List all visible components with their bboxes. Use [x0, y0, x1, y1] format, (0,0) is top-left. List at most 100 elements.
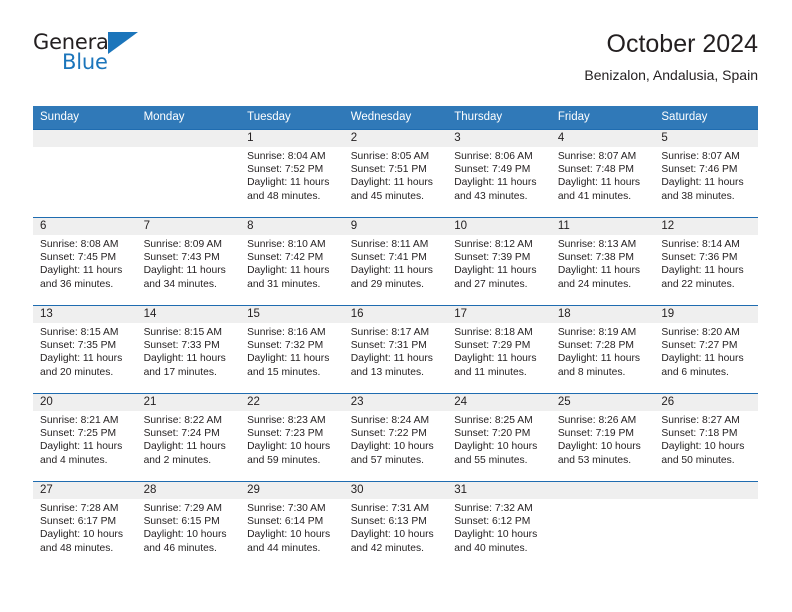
- calendar-day-cell[interactable]: 19 Sunrise: 8:20 AM Sunset: 7:27 PM Dayligh…: [654, 305, 758, 394]
- sunrise-text: Sunrise: 8:20 AM: [661, 327, 740, 338]
- calendar-day-cell[interactable]: 8 Sunrise: 8:10 AM Sunset: 7:42 PM Daylight…: [240, 217, 344, 306]
- page-header: General Blue October 2024 Benizalon, And…: [33, 28, 758, 94]
- sunset-text: Sunset: 7:28 PM: [557, 340, 634, 352]
- day-cell-inner: 9 Sunrise: 8:11 AM Sunset: 7:41 PM Daylight…: [343, 218, 448, 305]
- daylight-text: Daylight: 11 hours and 4 minutes.: [40, 441, 123, 466]
- daylight-text: Daylight: 10 hours and 40 minutes.: [454, 529, 538, 554]
- sunset-text: Sunset: 6:17 PM: [40, 516, 117, 528]
- day-details: Sunrise: 8:22 AM Sunset: 7:24 PM Daylight:…: [137, 411, 241, 467]
- day-cell-inner: [136, 130, 241, 217]
- calendar-day-cell[interactable]: 1 Sunrise: 8:04 AM Sunset: 7:52 PM Daylight…: [240, 129, 344, 218]
- day-number: 29: [240, 482, 344, 499]
- sunset-text: Sunset: 6:12 PM: [454, 516, 531, 528]
- calendar-day-cell[interactable]: 18 Sunrise: 8:19 AM Sunset: 7:28 PM Dayligh…: [550, 305, 655, 394]
- calendar-day-cell[interactable]: 20 Sunrise: 8:21 AM Sunset: 7:25 PM Dayligh…: [33, 393, 137, 482]
- calendar-day-cell[interactable]: 15 Sunrise: 8:16 AM Sunset: 7:32 PM Dayligh…: [240, 305, 344, 394]
- calendar-day-cell[interactable]: 9 Sunrise: 8:11 AM Sunset: 7:41 PM Daylight…: [343, 217, 448, 306]
- day-number: 17: [447, 306, 551, 323]
- calendar-day-cell[interactable]: 29 Sunrise: 7:30 AM Sunset: 6:14 PM Dayligh…: [240, 481, 344, 570]
- calendar-day-cell[interactable]: 24 Sunrise: 8:25 AM Sunset: 7:20 PM Dayligh…: [447, 393, 551, 482]
- day-cell-inner: 26 Sunrise: 8:27 AM Sunset: 7:18 PM Dayligh…: [654, 394, 758, 481]
- day-details: Sunrise: 8:14 AM Sunset: 7:36 PM Daylight:…: [654, 235, 758, 291]
- calendar-day-cell-empty: [33, 129, 137, 218]
- day-cell-inner: 14 Sunrise: 8:15 AM Sunset: 7:33 PM Dayligh…: [136, 306, 241, 393]
- daylight-text: Daylight: 11 hours and 22 minutes.: [661, 265, 744, 290]
- calendar-day-cell[interactable]: 6 Sunrise: 8:08 AM Sunset: 7:45 PM Daylight…: [33, 217, 137, 306]
- day-cell-inner: 12 Sunrise: 8:14 AM Sunset: 7:36 PM Dayligh…: [654, 218, 758, 305]
- day-number: 7: [136, 218, 241, 235]
- sunset-text: Sunset: 7:19 PM: [557, 428, 634, 440]
- calendar-day-cell[interactable]: 4 Sunrise: 8:07 AM Sunset: 7:48 PM Daylight…: [550, 129, 655, 218]
- day-cell-inner: 30 Sunrise: 7:31 AM Sunset: 6:13 PM Dayligh…: [343, 482, 448, 570]
- calendar-day-cell[interactable]: 27 Sunrise: 7:28 AM Sunset: 6:17 PM Dayligh…: [33, 481, 137, 570]
- sunset-text: Sunset: 7:38 PM: [557, 252, 634, 264]
- sunrise-text: Sunrise: 8:24 AM: [350, 415, 430, 426]
- weekday-header-thursday: Thursday: [447, 106, 551, 130]
- general-blue-logo[interactable]: General Blue: [33, 30, 223, 86]
- calendar-day-cell[interactable]: 3 Sunrise: 8:06 AM Sunset: 7:49 PM Daylight…: [447, 129, 551, 218]
- calendar-day-cell[interactable]: 17 Sunrise: 8:18 AM Sunset: 7:29 PM Dayligh…: [447, 305, 551, 394]
- day-details: Sunrise: 8:05 AM Sunset: 7:51 PM Daylight:…: [344, 147, 448, 203]
- page-title: October 2024: [606, 30, 759, 58]
- calendar-day-cell[interactable]: 10 Sunrise: 8:12 AM Sunset: 7:39 PM Dayligh…: [447, 217, 551, 306]
- calendar-day-cell[interactable]: 23 Sunrise: 8:24 AM Sunset: 7:22 PM Dayligh…: [343, 393, 448, 482]
- sunrise-text: Sunrise: 8:08 AM: [40, 239, 119, 250]
- calendar-day-cell[interactable]: 21 Sunrise: 8:22 AM Sunset: 7:24 PM Dayligh…: [136, 393, 241, 482]
- day-number: 11: [550, 218, 655, 235]
- sunset-text: Sunset: 7:42 PM: [247, 252, 324, 264]
- sunrise-text: Sunrise: 8:07 AM: [661, 151, 740, 162]
- calendar-day-cell[interactable]: 7 Sunrise: 8:09 AM Sunset: 7:43 PM Daylight…: [136, 217, 241, 306]
- day-cell-inner: 21 Sunrise: 8:22 AM Sunset: 7:24 PM Dayligh…: [136, 394, 241, 481]
- calendar-day-cell[interactable]: 31 Sunrise: 7:32 AM Sunset: 6:12 PM Dayligh…: [447, 481, 551, 570]
- day-number: 19: [654, 306, 758, 323]
- sunrise-text: Sunrise: 8:13 AM: [557, 239, 637, 250]
- daylight-text: Daylight: 11 hours and 8 minutes.: [557, 353, 641, 378]
- calendar-day-cell[interactable]: 16 Sunrise: 8:17 AM Sunset: 7:31 PM Dayligh…: [343, 305, 448, 394]
- sunrise-text: Sunrise: 7:32 AM: [454, 503, 533, 514]
- calendar-day-cell[interactable]: 26 Sunrise: 8:27 AM Sunset: 7:18 PM Dayligh…: [654, 393, 758, 482]
- daylight-text: Daylight: 11 hours and 31 minutes.: [247, 265, 330, 290]
- calendar-day-cell[interactable]: 2 Sunrise: 8:05 AM Sunset: 7:51 PM Daylight…: [343, 129, 448, 218]
- day-details: Sunrise: 8:06 AM Sunset: 7:49 PM Daylight:…: [447, 147, 551, 203]
- calendar-day-cell[interactable]: 12 Sunrise: 8:14 AM Sunset: 7:36 PM Dayligh…: [654, 217, 758, 306]
- day-details: Sunrise: 7:30 AM Sunset: 6:14 PM Daylight:…: [240, 499, 344, 555]
- sunset-text: Sunset: 7:52 PM: [247, 164, 324, 176]
- calendar-day-cell[interactable]: 5 Sunrise: 8:07 AM Sunset: 7:46 PM Daylight…: [654, 129, 758, 218]
- day-cell-inner: 3 Sunrise: 8:06 AM Sunset: 7:49 PM Daylight…: [447, 130, 551, 217]
- day-cell-inner: 23 Sunrise: 8:24 AM Sunset: 7:22 PM Dayligh…: [343, 394, 448, 481]
- daylight-text: Daylight: 10 hours and 55 minutes.: [454, 441, 538, 466]
- calendar-day-cell[interactable]: 25 Sunrise: 8:26 AM Sunset: 7:19 PM Dayligh…: [550, 393, 655, 482]
- day-details: Sunrise: 8:24 AM Sunset: 7:22 PM Daylight:…: [344, 411, 448, 467]
- daylight-text: Daylight: 11 hours and 27 minutes.: [454, 265, 537, 290]
- calendar-day-cell[interactable]: 14 Sunrise: 8:15 AM Sunset: 7:33 PM Dayligh…: [136, 305, 241, 394]
- calendar-grid: Sunday Monday Tuesday Wednesday Thursday Frid…: [33, 106, 758, 570]
- daylight-text: Daylight: 11 hours and 15 minutes.: [247, 353, 330, 378]
- calendar-week-row: 27 Sunrise: 7:28 AM Sunset: 6:17 PM Dayligh…: [33, 481, 758, 570]
- day-cell-inner: 27 Sunrise: 7:28 AM Sunset: 6:17 PM Dayligh…: [33, 482, 137, 570]
- day-cell-inner: 1 Sunrise: 8:04 AM Sunset: 7:52 PM Daylight…: [240, 130, 344, 217]
- day-details: Sunrise: 8:09 AM Sunset: 7:43 PM Daylight:…: [137, 235, 241, 291]
- calendar-day-cell[interactable]: 22 Sunrise: 8:23 AM Sunset: 7:23 PM Dayligh…: [240, 393, 344, 482]
- calendar-day-cell[interactable]: 30 Sunrise: 7:31 AM Sunset: 6:13 PM Dayligh…: [343, 481, 448, 570]
- day-details: Sunrise: 8:25 AM Sunset: 7:20 PM Daylight:…: [447, 411, 551, 467]
- logo-text-blue: Blue: [62, 50, 108, 74]
- sunrise-text: Sunrise: 8:11 AM: [350, 239, 429, 250]
- day-number: 25: [550, 394, 655, 411]
- daylight-text: Daylight: 10 hours and 50 minutes.: [661, 441, 745, 466]
- sunrise-text: Sunrise: 8:16 AM: [247, 327, 326, 338]
- day-details: Sunrise: 8:08 AM Sunset: 7:45 PM Daylight:…: [33, 235, 137, 291]
- daylight-text: Daylight: 11 hours and 11 minutes.: [454, 353, 537, 378]
- sunrise-text: Sunrise: 7:29 AM: [143, 503, 222, 514]
- daylight-text: Daylight: 11 hours and 41 minutes.: [557, 177, 641, 202]
- sunrise-text: Sunrise: 7:31 AM: [350, 503, 430, 514]
- calendar-day-cell[interactable]: 11 Sunrise: 8:13 AM Sunset: 7:38 PM Dayligh…: [550, 217, 655, 306]
- sunrise-text: Sunrise: 8:18 AM: [454, 327, 533, 338]
- day-cell-inner: 15 Sunrise: 8:16 AM Sunset: 7:32 PM Dayligh…: [240, 306, 344, 393]
- day-details: Sunrise: 8:21 AM Sunset: 7:25 PM Daylight:…: [33, 411, 137, 467]
- weekday-header-row: Sunday Monday Tuesday Wednesday Thursday Frid…: [33, 106, 758, 130]
- calendar-day-cell[interactable]: 28 Sunrise: 7:29 AM Sunset: 6:15 PM Dayligh…: [136, 481, 241, 570]
- day-cell-inner: [550, 482, 655, 570]
- day-number: 2: [343, 130, 448, 147]
- weekday-header-tuesday: Tuesday: [240, 106, 344, 130]
- calendar-day-cell[interactable]: 13 Sunrise: 8:15 AM Sunset: 7:35 PM Dayligh…: [33, 305, 137, 394]
